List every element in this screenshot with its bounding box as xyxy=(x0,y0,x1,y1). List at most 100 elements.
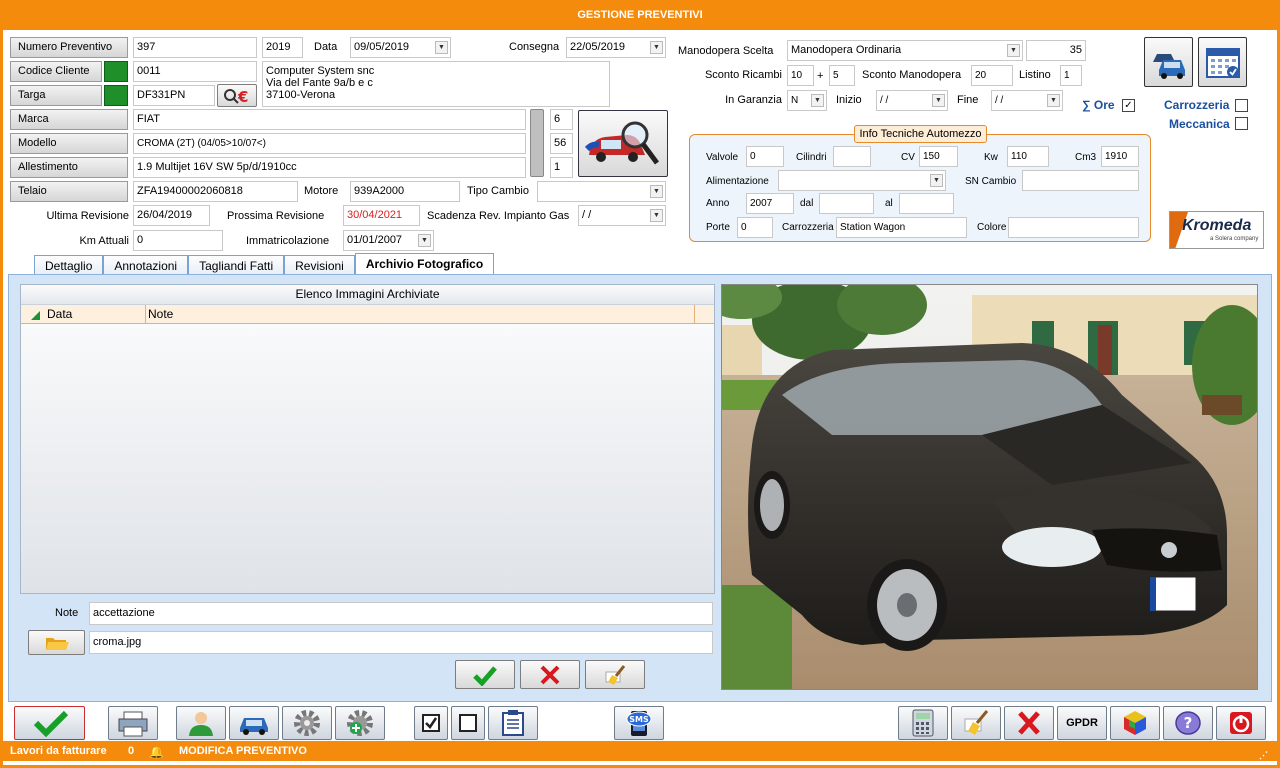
chevron-down-icon[interactable]: ▼ xyxy=(930,174,943,187)
chevron-down-icon[interactable]: ▼ xyxy=(650,185,663,198)
dal-field[interactable] xyxy=(819,193,874,214)
cm3-field[interactable]: 1910 xyxy=(1101,146,1139,167)
chevron-down-icon[interactable]: ▼ xyxy=(418,234,431,247)
help-button[interactable]: ? xyxy=(1163,706,1213,740)
column-note[interactable]: Note xyxy=(145,305,173,324)
modules-button[interactable] xyxy=(1110,706,1160,740)
anno-field[interactable]: 2007 xyxy=(746,193,794,214)
ore-checkbox[interactable]: ✓ xyxy=(1122,99,1135,112)
numero-preventivo-button[interactable]: Numero Preventivo xyxy=(10,37,128,58)
cv-field[interactable]: 150 xyxy=(919,146,958,167)
tab-dettaglio[interactable]: Dettaglio xyxy=(34,255,104,276)
ultima-revisione-field[interactable]: 26/04/2019 xyxy=(133,205,210,226)
modello-button[interactable]: Modello xyxy=(10,133,128,154)
manodopera-select[interactable]: Manodopera Ordinaria ▼ xyxy=(787,40,1023,61)
tab-tagliandi-fatti[interactable]: Tagliandi Fatti xyxy=(188,255,285,276)
sn-cambio-field[interactable] xyxy=(1022,170,1139,191)
manodopera-amount-field[interactable]: 35 xyxy=(1026,40,1086,61)
checklist-button[interactable] xyxy=(488,706,538,740)
tab-annotazioni[interactable]: Annotazioni xyxy=(103,255,189,276)
vehicle-search-button[interactable] xyxy=(578,110,668,177)
sconto-ricambi-field-1[interactable]: 10 xyxy=(787,65,814,86)
gdpr-button[interactable]: GPDR xyxy=(1057,706,1107,740)
codice-cliente-field[interactable]: 0011 xyxy=(133,61,257,82)
chevron-down-icon[interactable]: ▼ xyxy=(932,94,945,107)
save-button[interactable] xyxy=(14,706,85,740)
meccanica-checkbox[interactable] xyxy=(1235,117,1248,130)
select-all-button[interactable] xyxy=(414,706,448,740)
al-field[interactable] xyxy=(899,193,954,214)
carrozzeria-checkbox[interactable] xyxy=(1235,99,1248,112)
kw-field[interactable]: 110 xyxy=(1007,146,1049,167)
vehicles-button[interactable] xyxy=(1144,37,1193,87)
tipo-cambio-select[interactable]: ▼ xyxy=(537,181,666,202)
price-search-button[interactable]: € xyxy=(217,84,257,107)
inizio-field[interactable]: / / ▼ xyxy=(876,90,948,111)
modello-field[interactable]: CROMA (2T) (04/05>10/07<) xyxy=(133,133,526,154)
prossima-revisione-field[interactable]: 30/04/2021 xyxy=(343,205,420,226)
resize-grip-icon[interactable]: ⋰ xyxy=(1259,745,1268,765)
lavori-count: 0 xyxy=(128,745,135,757)
marca-field[interactable]: FIAT xyxy=(133,109,526,130)
customer-button[interactable] xyxy=(176,706,226,740)
km-attuali-field[interactable]: 0 xyxy=(133,230,223,251)
numero-preventivo-field[interactable]: 397 xyxy=(133,37,257,58)
images-grid[interactable] xyxy=(20,284,715,594)
alimentazione-select[interactable]: ▼ xyxy=(778,170,946,191)
colore-field[interactable] xyxy=(1008,217,1139,238)
data-field[interactable]: 09/05/2019 ▼ xyxy=(350,37,451,58)
allestimento-field[interactable]: 1.9 Multijet 16V SW 5p/d/1910cc xyxy=(133,157,526,178)
calculator-button[interactable] xyxy=(898,706,948,740)
file-path-field[interactable]: croma.jpg xyxy=(89,631,713,654)
allestimento-button[interactable]: Allestimento xyxy=(10,157,128,178)
scadenza-gas-field[interactable]: / / ▼ xyxy=(578,205,666,226)
tab-revisioni[interactable]: Revisioni xyxy=(284,255,355,276)
sconto-manodopera-field[interactable]: 20 xyxy=(971,65,1013,86)
tab-archivio-fotografico[interactable]: Archivio Fotografico xyxy=(354,253,495,276)
fine-field[interactable]: / / ▼ xyxy=(991,90,1063,111)
consegna-field[interactable]: 22/05/2019 ▼ xyxy=(566,37,666,58)
chevron-down-icon[interactable]: ▼ xyxy=(650,209,663,222)
codice-cliente-button[interactable]: Codice Cliente xyxy=(10,61,102,82)
exit-button[interactable] xyxy=(1216,706,1266,740)
clear-button[interactable] xyxy=(585,660,645,689)
anno-preventivo-field[interactable]: 2019 xyxy=(262,37,303,58)
calendar-button[interactable] xyxy=(1198,37,1247,87)
column-data[interactable]: Data xyxy=(47,305,72,324)
chevron-down-icon[interactable]: ▼ xyxy=(811,94,824,107)
browse-folder-button[interactable] xyxy=(28,630,85,655)
immatricolazione-field[interactable]: 01/01/2007 ▼ xyxy=(343,230,434,251)
immatricolazione-label: Immatricolazione xyxy=(246,235,330,247)
delete-button[interactable] xyxy=(1004,706,1054,740)
cilindri-field[interactable] xyxy=(833,146,871,167)
telaio-button[interactable]: Telaio xyxy=(10,181,128,202)
deselect-all-button[interactable] xyxy=(451,706,485,740)
marca-button[interactable]: Marca xyxy=(10,109,128,130)
listino-field[interactable]: 1 xyxy=(1060,65,1082,86)
sconto-ricambi-field-2[interactable]: 5 xyxy=(829,65,855,86)
print-button[interactable] xyxy=(108,706,158,740)
targa-field[interactable]: DF331PN xyxy=(133,85,215,106)
kromeda-logo[interactable]: Kromeda a Solera company xyxy=(1169,211,1264,249)
valvole-field[interactable]: 0 xyxy=(746,146,784,167)
motore-field[interactable]: 939A2000 xyxy=(350,181,460,202)
settings-button[interactable] xyxy=(282,706,332,740)
clean-button[interactable] xyxy=(951,706,1001,740)
porte-field[interactable]: 0 xyxy=(737,217,773,238)
bell-icon[interactable]: 🔔 xyxy=(149,742,164,762)
targa-button[interactable]: Targa xyxy=(10,85,102,106)
confirm-button[interactable] xyxy=(455,660,515,689)
telaio-field[interactable]: ZFA19400002060818 xyxy=(133,181,298,202)
add-settings-button[interactable] xyxy=(335,706,385,740)
vehicle-scrollbar[interactable] xyxy=(530,109,544,177)
chevron-down-icon[interactable]: ▼ xyxy=(1007,44,1020,57)
vehicle-button[interactable] xyxy=(229,706,279,740)
cancel-button[interactable] xyxy=(520,660,580,689)
in-garanzia-select[interactable]: N ▼ xyxy=(787,90,827,111)
chevron-down-icon[interactable]: ▼ xyxy=(1047,94,1060,107)
sms-button[interactable]: SMS xyxy=(614,706,664,740)
chevron-down-icon[interactable]: ▼ xyxy=(650,41,663,54)
note-field[interactable]: accettazione xyxy=(89,602,713,625)
carrozzeria-tecnica-field[interactable]: Station Wagon xyxy=(836,217,967,238)
chevron-down-icon[interactable]: ▼ xyxy=(435,41,448,54)
